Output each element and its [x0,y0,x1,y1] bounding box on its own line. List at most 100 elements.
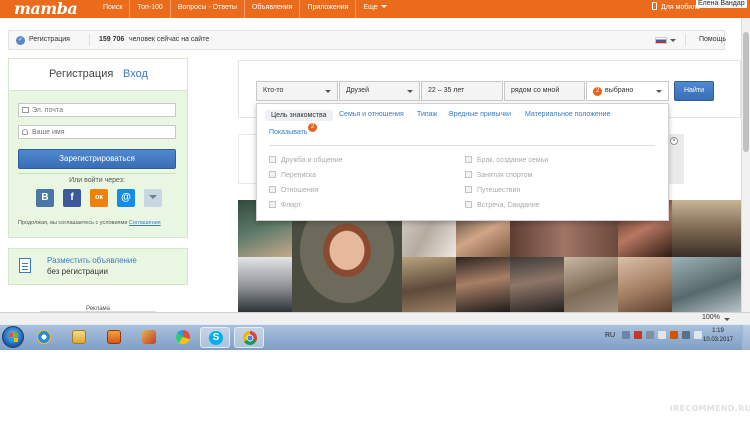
profile-photo[interactable] [510,257,564,312]
screenshot: { "brand": { "logo": "mamba" }, "topnav"… [0,0,750,421]
option-checkbox[interactable]: Путешествия [465,186,520,194]
nav-more[interactable]: Еще [355,0,393,18]
language-indicator[interactable]: RU [605,332,615,339]
network-icon[interactable] [682,331,690,339]
clock[interactable]: 1:19 10.03.2017 [700,327,736,345]
email-field[interactable] [18,103,176,117]
tray-flag-icon[interactable] [658,331,666,339]
find-button[interactable]: Найти [674,81,714,101]
profile-photo[interactable] [564,257,618,312]
register-button[interactable]: Зарегистрироваться [18,149,176,169]
tab-dating-goal[interactable]: Цель знакомства [265,110,333,121]
filters-select[interactable]: 2 выбрано [586,81,669,101]
mailru-login-button[interactable]: @ [117,189,135,207]
purpose-select-value: Друзей [346,87,369,94]
name-field[interactable] [18,125,176,139]
taskbar-explorer[interactable] [64,327,94,348]
option-label: Дружба и общение [281,157,343,164]
checkbox-icon[interactable] [269,186,276,193]
agreement-text-label: Продолжая, вы соглашаетесь с условиями [18,220,128,226]
checkbox-icon[interactable] [269,171,276,178]
chevron-down-icon [325,90,331,93]
taskbar-chrome[interactable] [234,327,264,348]
location-select[interactable]: рядом со мной [504,81,585,101]
taskbar-app[interactable] [168,327,198,348]
windows-start-icon[interactable] [2,326,24,348]
media-player-icon [107,330,121,344]
option-checkbox[interactable]: Дружба и общение [269,156,343,164]
nav-top100[interactable]: Топ-100 [129,0,169,18]
show-count-badge: 2 [308,123,317,132]
age-select[interactable]: 22 – 35 лет [421,81,503,101]
option-checkbox[interactable]: Брак, создание семьи [465,156,548,164]
option-checkbox[interactable]: Переписка [269,171,316,179]
tab-financial[interactable]: Материальное положение [525,111,610,118]
purpose-select[interactable]: Друзей [339,81,420,101]
odnoklassniki-login-button[interactable]: ок [90,189,108,207]
show-desktop-button[interactable] [742,325,750,350]
option-checkbox[interactable]: Отношения [269,186,319,194]
profile-photo[interactable] [618,257,672,312]
taskbar-skype[interactable]: S [200,327,230,348]
flag-ru-icon[interactable] [655,37,667,44]
filters-dropdown: Цель знакомства Семья и отношения Типаж … [256,103,669,221]
option-label: Брак, создание семьи [477,157,549,164]
option-checkbox[interactable]: Занятия спортом [465,171,532,179]
explorer-icon [72,330,86,344]
nav-ads[interactable]: Объявления [243,0,300,18]
profile-photo[interactable] [456,257,510,312]
checkbox-icon[interactable] [465,201,472,208]
name-input[interactable] [32,126,174,138]
divider [18,173,176,174]
profile-photo[interactable] [238,257,292,312]
zoom-level[interactable]: 100% [702,314,720,321]
option-checkbox[interactable]: Встреча, Свидание [465,201,540,209]
page-scrollbar[interactable] [741,18,750,312]
vk-login-button[interactable]: В [36,189,54,207]
mamba-logo[interactable]: mamba [14,0,78,17]
taskbar-app[interactable] [134,327,164,348]
tray-app-icon[interactable] [670,331,678,339]
more-social-button[interactable] [144,189,162,207]
chevron-down-icon[interactable] [724,318,730,321]
mobile-link[interactable]: Для мобиль [652,0,700,16]
nav-questions[interactable]: Вопросы - Ответы [169,0,244,18]
tray-app-icon[interactable] [646,331,654,339]
chevron-down-icon[interactable] [670,39,676,42]
profile-photo[interactable] [672,200,741,257]
email-input[interactable] [32,104,174,116]
post-ad-panel[interactable]: Разместить объявление без регистрации [8,248,188,285]
tab-login[interactable]: Вход [123,68,148,80]
nav-search[interactable]: Поиск [96,0,129,18]
tray-arrow-icon[interactable] [622,331,630,339]
close-icon[interactable]: × [670,137,678,145]
tray-app-icon[interactable] [634,331,642,339]
post-ad-sub: без регистрации [47,267,109,276]
facebook-login-button[interactable]: f [63,189,81,207]
checkbox-icon[interactable] [269,201,276,208]
taskbar-media-player[interactable] [99,327,129,348]
checkbox-icon[interactable] [465,186,472,193]
agreement-link[interactable]: Соглашения [129,220,161,226]
profile-photo[interactable] [672,257,741,312]
tab-register[interactable]: Регистрация [49,68,113,80]
register-link[interactable]: Регистрация [29,31,70,49]
taskbar-ie[interactable] [29,327,59,348]
chevron-down-icon [380,5,387,8]
tab-habits[interactable]: Вредные привычки [449,111,511,118]
show-link[interactable]: Показывать [269,129,307,136]
checkbox-icon[interactable] [269,156,276,163]
post-ad-link[interactable]: Разместить объявление [47,256,137,265]
envelope-icon [22,107,29,113]
tab-family[interactable]: Семья и отношения [339,111,404,118]
profile-photo[interactable] [402,257,456,312]
watermark-text: iRECOMMEND.RU [670,404,750,413]
checkbox-icon[interactable] [465,171,472,178]
checkbox-icon[interactable] [465,156,472,163]
scrollbar-thumb[interactable] [743,32,749,152]
option-checkbox[interactable]: Флирт [269,201,301,209]
who-select[interactable]: Кто-то [256,81,338,101]
tab-type[interactable]: Типаж [417,111,437,118]
help-link[interactable]: Помощь [699,31,726,49]
nav-apps[interactable]: Приложения [299,0,355,18]
